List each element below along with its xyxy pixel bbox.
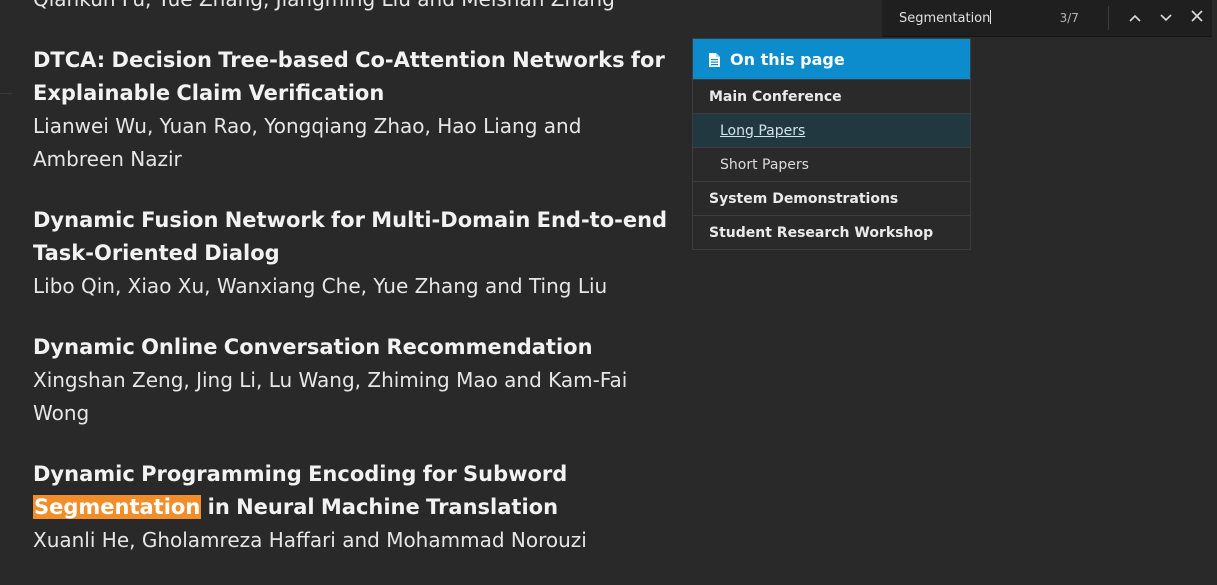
paper-list: Qiankun Fu, Yue Zhang, Jiangming Liu and… [33, 0, 673, 585]
on-this-page-panel: On this page Main Conference Long Papers… [692, 38, 971, 250]
chevron-up-icon [1129, 11, 1141, 26]
close-find-button[interactable] [1181, 6, 1212, 30]
match-count: 3/7 [1059, 11, 1079, 25]
search-highlight: Segmentation [33, 495, 202, 519]
document-icon [709, 52, 720, 67]
text-caret [990, 10, 992, 24]
chevron-down-icon [1160, 11, 1172, 26]
divider [1108, 6, 1110, 30]
next-match-button[interactable] [1150, 6, 1181, 30]
paper-title-part: Dynamic Programming Encoding for Subword [33, 462, 568, 486]
toc-item-label: Main Conference [709, 88, 842, 105]
paper-title[interactable]: Dynamic Online Conversation Recommendati… [33, 331, 673, 364]
close-icon [1190, 10, 1203, 26]
paper-title[interactable]: DTCA: Decision Tree-based Co-Attention N… [33, 44, 673, 110]
paper-entry: Dynamic Fusion Network for Multi-Domain … [33, 204, 673, 303]
paper-entry: Dynamic Programming Encoding for Subword… [33, 458, 673, 557]
paper-authors: Libo Qin, Xiao Xu, Wanxiang Che, Yue Zha… [33, 274, 608, 298]
paper-title[interactable]: Dynamic Programming Encoding for Subword… [33, 458, 673, 524]
toc-item-main-conference[interactable]: Main Conference [693, 79, 970, 113]
toc-heading: On this page [730, 49, 845, 69]
paper-title-part: in Neural Machine Translation [201, 495, 559, 519]
toc-item-label: Short Papers [720, 156, 809, 173]
previous-match-button[interactable] [1119, 6, 1150, 30]
paper-entry: Qiankun Fu, Yue Zhang, Jiangming Liu and… [33, 0, 673, 16]
paper-entry: DTCA: Decision Tree-based Co-Attention N… [33, 44, 673, 176]
divider [0, 93, 12, 94]
toc-item-system-demonstrations[interactable]: System Demonstrations [693, 181, 970, 215]
find-bar: Segmentation 3/7 [882, 0, 1212, 37]
toc-header: On this page [693, 39, 970, 79]
paper-title[interactable]: Dynamic Fusion Network for Multi-Domain … [33, 204, 673, 270]
find-input[interactable]: Segmentation [882, 10, 1054, 26]
paper-entry: Dynamic Online Conversation Recommendati… [33, 331, 673, 430]
paper-authors: Xingshan Zeng, Jing Li, Lu Wang, Zhiming… [33, 368, 628, 425]
toc-item-long-papers[interactable]: Long Papers [693, 113, 970, 147]
find-query: Segmentation [899, 11, 991, 26]
toc-item-label: Long Papers [720, 122, 806, 139]
toc-item-label: System Demonstrations [709, 190, 899, 207]
paper-authors: Xuanli He, Gholamreza Haffari and Mohamm… [33, 528, 587, 552]
paper-authors: Lianwei Wu, Yuan Rao, Yongqiang Zhao, Ha… [33, 114, 582, 171]
toc-item-student-research-workshop[interactable]: Student Research Workshop [693, 215, 970, 249]
toc-item-short-papers[interactable]: Short Papers [693, 147, 970, 181]
paper-authors: Qiankun Fu, Yue Zhang, Jiangming Liu and… [33, 0, 673, 16]
toc-item-label: Student Research Workshop [709, 224, 934, 241]
